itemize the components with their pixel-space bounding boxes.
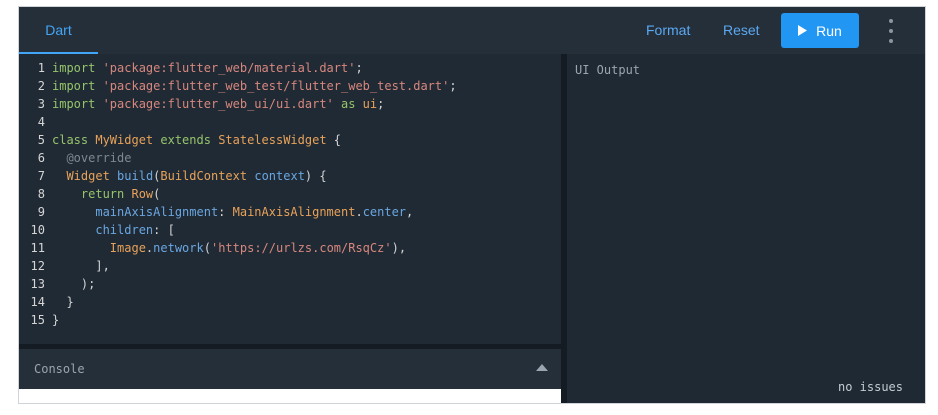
code-token: return <box>52 187 132 201</box>
tab-dart[interactable]: Dart <box>19 7 98 54</box>
code-token: MyWidget <box>95 133 154 147</box>
code-token: as <box>333 97 363 111</box>
code-line[interactable]: 11 Image.network('https://urlzs.com/RsqC… <box>19 239 407 257</box>
line-number: 3 <box>37 97 45 111</box>
code-token: 'package:flutter_web/material.dart' <box>102 61 356 75</box>
line-number: 10 <box>30 223 45 237</box>
code-token: mainAxisAlignment <box>52 205 219 219</box>
code-token: 'package:flutter_web_test/flutter_web_te… <box>102 79 450 93</box>
code-token: ); <box>52 277 96 291</box>
code-token: } <box>52 295 74 309</box>
code-token: center <box>362 205 407 219</box>
code-token: @override <box>52 151 132 165</box>
code-token: Row <box>131 187 154 201</box>
code-token: MainAxisAlignment <box>232 205 356 219</box>
code-editor[interactable]: 1 import 'package:flutter_web/material.da… <box>19 54 561 344</box>
code-token: 'https://urlzs.com/RsqCz' <box>210 241 392 255</box>
code-token: ], <box>52 259 110 273</box>
code-token: network <box>153 241 204 255</box>
code-token: ), <box>391 241 407 255</box>
code-token: import <box>52 97 103 111</box>
line-number: 5 <box>37 133 45 147</box>
code-token: : <box>218 205 233 219</box>
run-button-label: Run <box>816 22 842 39</box>
code-token: } <box>52 313 60 327</box>
code-line[interactable]: 8 return Row( <box>19 185 161 203</box>
code-line[interactable]: 2 import 'package:flutter_web_test/flutte… <box>19 77 457 95</box>
console-title: Console <box>34 362 85 376</box>
play-icon <box>798 25 808 36</box>
line-number: 4 <box>37 115 45 129</box>
line-number: 6 <box>37 151 45 165</box>
line-number: 7 <box>37 169 45 183</box>
issues-status: no issues <box>837 380 903 394</box>
console-header[interactable]: Console <box>19 349 561 389</box>
code-token: ; <box>355 61 363 75</box>
code-token: ( <box>203 241 211 255</box>
code-line[interactable]: 7 Widget build(BuildContext context) { <box>19 167 327 185</box>
code-token: 'package:flutter_web_ui/ui.dart' <box>102 97 334 111</box>
top-toolbar: Dart Format Reset Run <box>19 7 925 54</box>
code-line[interactable]: 4 <box>19 113 52 131</box>
ui-output-panel: UI Output no issues <box>567 54 925 403</box>
code-line[interactable]: 5 class MyWidget extends StatelessWidget … <box>19 131 341 149</box>
reset-button[interactable]: Reset <box>723 17 760 43</box>
code-token: extends <box>153 133 219 147</box>
line-number: 1 <box>37 61 45 75</box>
code-line[interactable]: 3 import 'package:flutter_web_ui/ui.dart'… <box>19 95 385 113</box>
line-number: 8 <box>37 187 45 201</box>
line-number: 14 <box>30 295 45 309</box>
code-token: ( <box>153 187 161 201</box>
code-token: : [ <box>153 223 175 237</box>
dartpad-window: Dart Format Reset Run 1 import 'package:f… <box>18 6 926 404</box>
code-token: Widget <box>66 169 110 183</box>
code-token: ; <box>377 97 385 111</box>
code-line[interactable]: 1 import 'package:flutter_web/material.da… <box>19 59 363 77</box>
code-token: ; <box>449 79 457 93</box>
code-token: StatelessWidget <box>218 133 327 147</box>
code-token: ) { <box>304 169 327 183</box>
code-line[interactable]: 10 children: [ <box>19 221 175 239</box>
code-line[interactable]: 6 @override <box>19 149 132 167</box>
code-token: context <box>254 169 305 183</box>
code-line[interactable]: 9 mainAxisAlignment: MainAxisAlignment.c… <box>19 203 414 221</box>
code-token: class <box>52 133 96 147</box>
code-token: . <box>355 205 363 219</box>
line-number: 11 <box>30 241 45 255</box>
code-token: BuildContext <box>160 169 248 183</box>
format-button[interactable]: Format <box>646 17 690 43</box>
more-vert-icon[interactable] <box>884 19 898 43</box>
run-button[interactable]: Run <box>781 13 859 48</box>
code-line[interactable]: 14 } <box>19 293 74 311</box>
code-line[interactable]: 12 ], <box>19 257 110 275</box>
code-line[interactable]: 15} <box>19 311 60 329</box>
code-token: import <box>52 79 103 93</box>
line-number: 12 <box>30 259 45 273</box>
code-token: Image <box>109 241 146 255</box>
code-token: children <box>52 223 154 237</box>
line-number: 2 <box>37 79 45 93</box>
code-line[interactable]: 13 ); <box>19 275 96 293</box>
line-number: 9 <box>37 205 45 219</box>
caret-up-icon[interactable] <box>536 364 548 371</box>
line-number: 13 <box>30 277 45 291</box>
code-token: build <box>117 169 154 183</box>
code-token: ui <box>362 97 378 111</box>
ui-output-label: UI Output <box>575 63 641 77</box>
line-number: 15 <box>30 313 45 327</box>
console-output <box>19 389 561 403</box>
code-token: { <box>326 133 342 147</box>
code-token: , <box>406 205 414 219</box>
code-token: import <box>52 61 103 75</box>
